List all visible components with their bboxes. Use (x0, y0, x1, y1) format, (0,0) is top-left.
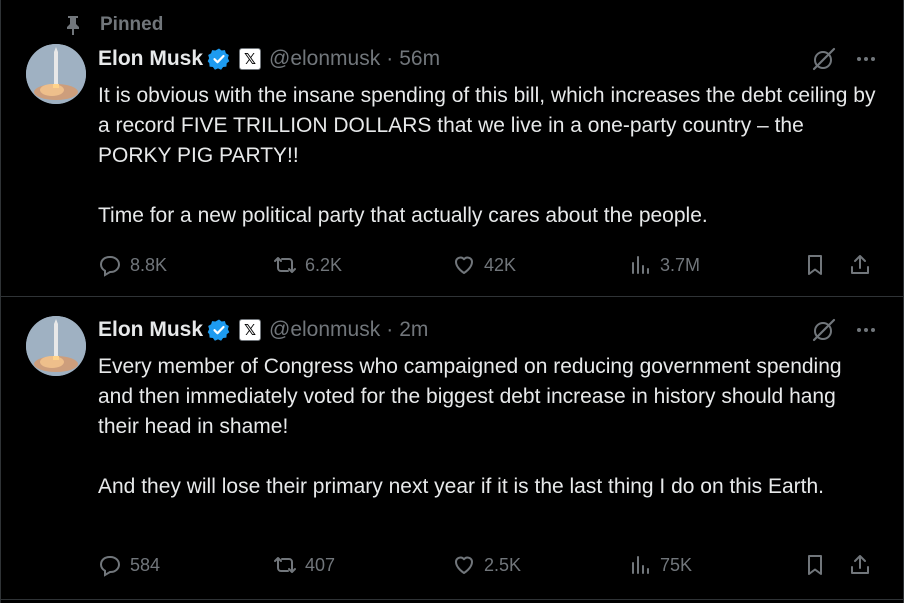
author-handle[interactable]: @elonmusk (269, 318, 380, 342)
timestamp[interactable]: 2m (399, 318, 428, 342)
tweet-actions: 584 407 2.5K 75K (98, 550, 878, 580)
repost-button[interactable]: 6.2K (273, 250, 342, 280)
separator: · (386, 47, 394, 70)
like-button[interactable]: 2.5K (452, 550, 521, 580)
views-button[interactable]: 3.7M (628, 250, 700, 280)
author-handle[interactable]: @elonmusk (269, 47, 380, 71)
avatar[interactable] (26, 44, 86, 104)
grok-icon[interactable] (811, 46, 837, 72)
repost-icon (274, 557, 296, 573)
tweet-header: Elon Musk 𝕏 @elonmusk · 56m (98, 44, 440, 74)
pinned-indicator: Pinned (63, 13, 163, 37)
views-icon (632, 556, 649, 574)
author-name[interactable]: Elon Musk (98, 47, 203, 71)
repost-icon (274, 257, 296, 273)
tweet-text: Every member of Congress who campaigned … (98, 355, 842, 498)
more-options-icon[interactable] (855, 319, 877, 341)
rocket-launch-image (26, 44, 86, 104)
reply-count: 8.8K (130, 254, 168, 275)
share-button[interactable] (848, 550, 872, 580)
tweet-top-actions (811, 46, 877, 72)
like-count: 2.5K (484, 554, 522, 575)
tweet-pinned[interactable]: Pinned Elon Musk 𝕏 @elonmusk · 56m It is… (1, 0, 904, 297)
views-icon (632, 256, 649, 274)
grok-icon[interactable] (811, 317, 837, 343)
views-button[interactable]: 75K (628, 550, 692, 580)
reply-button[interactable]: 8.8K (98, 250, 167, 280)
separator: · (386, 318, 394, 341)
x-logo-icon[interactable]: 𝕏 (239, 319, 262, 341)
timestamp[interactable]: 56m (399, 47, 440, 71)
like-count: 42K (484, 254, 517, 275)
pinned-label: Pinned (100, 14, 164, 35)
repost-count: 6.2K (305, 254, 343, 275)
verified-badge-icon[interactable] (207, 47, 231, 71)
share-icon (851, 255, 869, 274)
tweet[interactable]: Elon Musk 𝕏 @elonmusk · 2m Every member … (1, 297, 904, 600)
verified-badge-icon[interactable] (207, 318, 231, 342)
x-logo-icon[interactable]: 𝕏 (239, 48, 262, 70)
views-count: 75K (660, 554, 693, 575)
heart-icon (455, 256, 473, 274)
repost-count: 407 (305, 554, 336, 575)
reply-icon (99, 556, 121, 577)
share-icon (851, 555, 869, 574)
share-button[interactable] (848, 250, 872, 280)
heart-icon (455, 556, 473, 574)
timeline: Pinned Elon Musk 𝕏 @elonmusk · 56m It is… (0, 0, 904, 603)
tweet-header: Elon Musk 𝕏 @elonmusk · 2m (98, 315, 428, 345)
avatar[interactable] (26, 316, 86, 376)
author-name[interactable]: Elon Musk (98, 318, 203, 342)
tweet-actions: 8.8K 6.2K 42K 3.7M (98, 250, 878, 280)
reply-button[interactable]: 584 (98, 550, 160, 580)
reply-count: 584 (130, 554, 161, 575)
bookmark-icon (808, 555, 822, 575)
pin-icon (67, 16, 79, 35)
views-count: 3.7M (660, 254, 701, 275)
like-button[interactable]: 42K (452, 250, 516, 280)
reply-icon (99, 256, 121, 277)
bookmark-button[interactable] (803, 550, 827, 580)
tweet-text: It is obvious with the insane spending o… (98, 84, 876, 227)
repost-button[interactable]: 407 (273, 550, 335, 580)
rocket-launch-image (26, 316, 86, 376)
bookmark-button[interactable] (803, 250, 827, 280)
tweet-top-actions (811, 317, 877, 343)
bookmark-icon (808, 255, 822, 275)
more-options-icon[interactable] (855, 48, 877, 70)
